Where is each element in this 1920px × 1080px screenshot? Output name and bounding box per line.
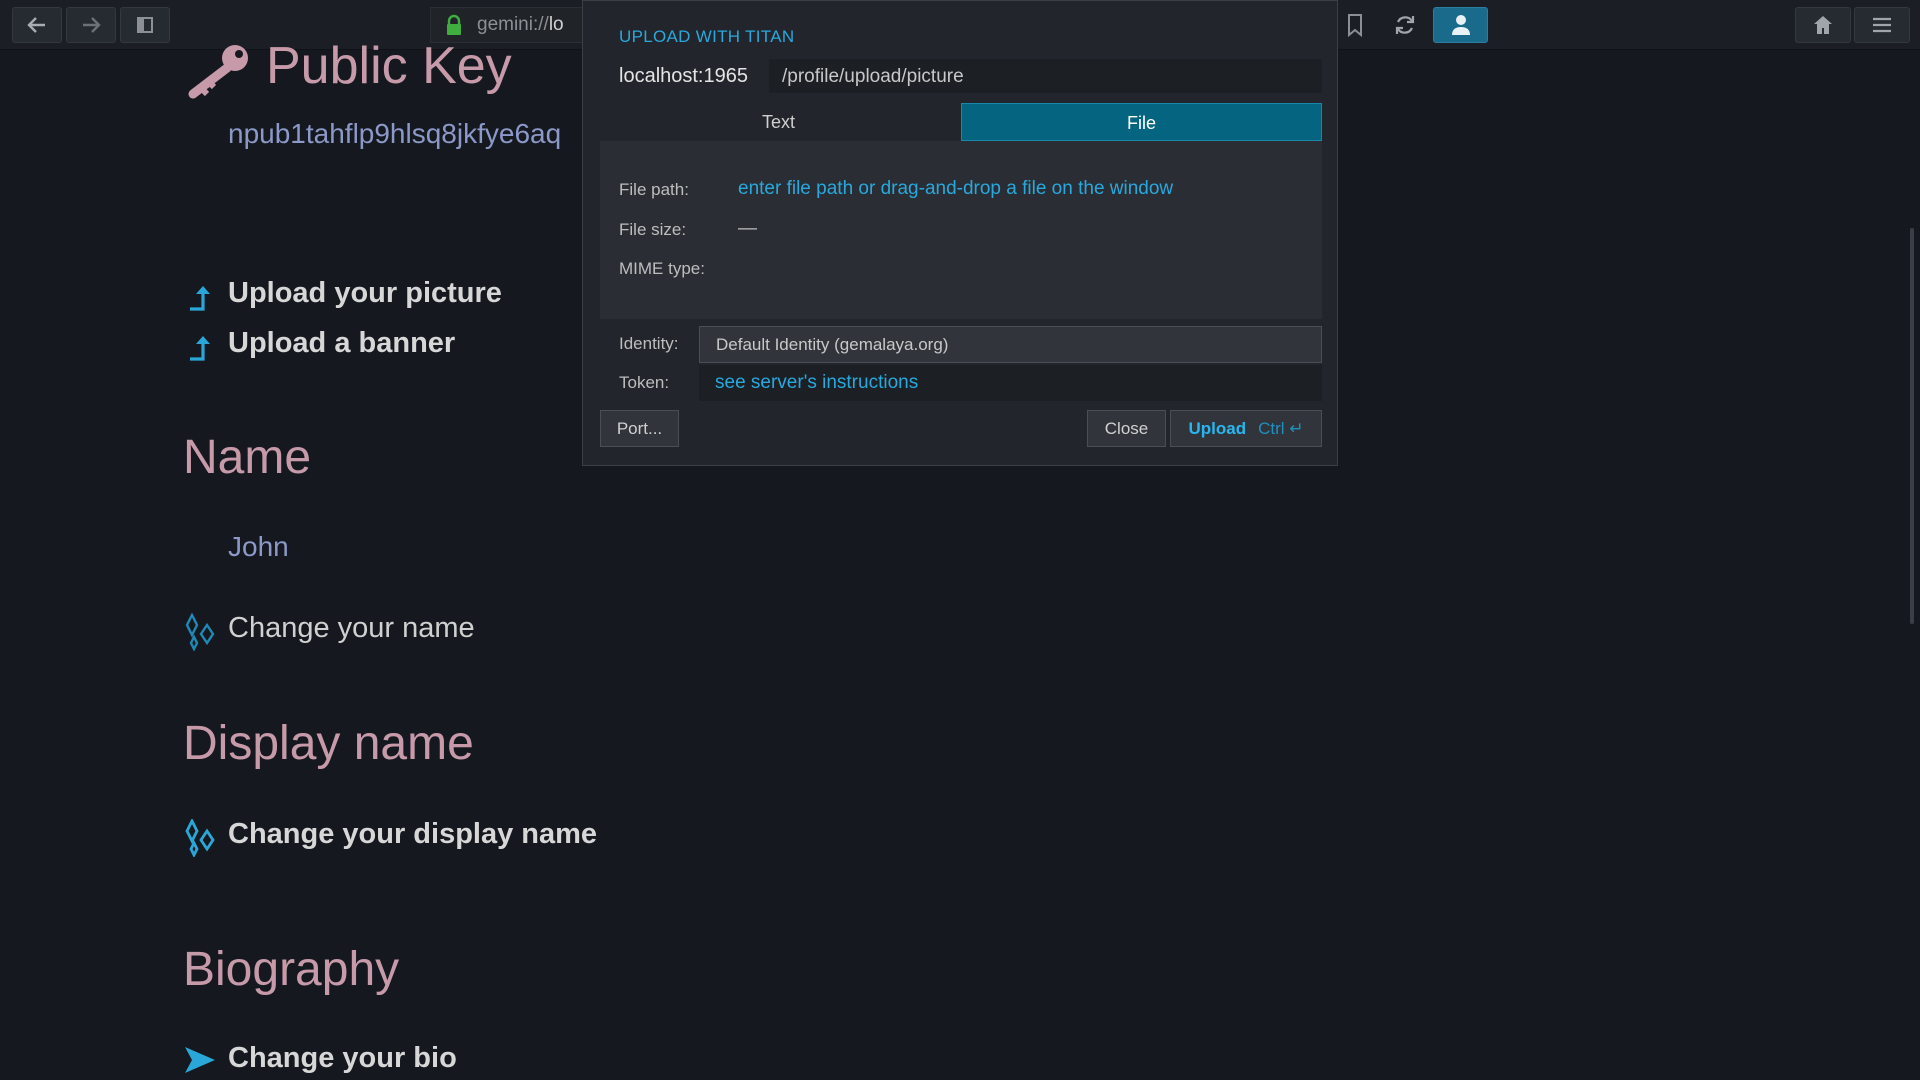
sparkle-icon xyxy=(180,819,218,857)
tab-text[interactable]: Text xyxy=(600,103,957,141)
menu-button[interactable] xyxy=(1854,7,1910,43)
name-heading: Name xyxy=(183,431,312,484)
arrow-right-icon xyxy=(83,17,101,33)
sidebar-toggle-icon xyxy=(137,17,153,33)
file-panel: File path: enter file path or drag-and-d… xyxy=(600,141,1322,319)
close-button[interactable]: Close xyxy=(1087,410,1166,447)
change-name-link[interactable]: Change your name xyxy=(228,612,475,645)
reload-icon xyxy=(1395,16,1415,34)
home-icon xyxy=(1814,16,1832,34)
forward-button[interactable] xyxy=(66,7,116,43)
upload-host: localhost:1965 xyxy=(619,65,748,87)
upload-path-input[interactable]: /profile/upload/picture xyxy=(769,59,1322,93)
url-text: gemini://lo xyxy=(477,14,564,35)
mime-type-label: MIME type: xyxy=(619,259,705,278)
upload-button[interactable]: Upload Ctrl ↵ xyxy=(1170,410,1322,447)
home-button[interactable] xyxy=(1795,7,1851,43)
display-name-heading: Display name xyxy=(183,717,474,770)
back-button[interactable] xyxy=(12,7,62,43)
hamburger-menu-icon xyxy=(1873,17,1891,33)
change-bio-link[interactable]: Change your bio xyxy=(228,1042,457,1075)
lock-icon xyxy=(447,14,461,35)
port-button[interactable]: Port... xyxy=(600,410,679,447)
bookmark-icon xyxy=(1348,14,1362,37)
identity-select[interactable]: Default Identity (gemalaya.org) xyxy=(699,326,1322,363)
tab-file[interactable]: File xyxy=(961,103,1322,141)
send-arrow-icon xyxy=(182,1044,218,1076)
identity-label: Identity: xyxy=(619,334,679,353)
key-icon xyxy=(184,42,254,102)
file-path-input[interactable]: enter file path or drag-and-drop a file … xyxy=(738,178,1173,200)
sparkle-icon xyxy=(180,613,218,651)
upload-arrow-icon xyxy=(186,332,214,362)
change-display-name-link[interactable]: Change your display name xyxy=(228,818,597,851)
file-path-label: File path: xyxy=(619,180,689,199)
name-value: John xyxy=(228,531,289,562)
upload-shortcut: Ctrl ↵ xyxy=(1258,419,1304,438)
upload-button-label: Upload xyxy=(1188,419,1247,438)
public-key-heading: Public Key xyxy=(266,37,512,95)
public-key-value: npub1tahflp9hlsq8jkfye6aq xyxy=(228,118,562,149)
file-size-label: File size: xyxy=(619,220,687,239)
biography-heading: Biography xyxy=(183,943,400,996)
identity-button[interactable] xyxy=(1433,7,1488,43)
token-input[interactable]: see server's instructions xyxy=(699,365,1322,401)
page-scrollbar[interactable] xyxy=(1910,228,1914,624)
upload-picture-link[interactable]: Upload your picture xyxy=(228,277,502,310)
sidebar-toggle-button[interactable] xyxy=(120,7,170,43)
titan-upload-dialog: UPLOAD WITH TITAN localhost:1965 /profil… xyxy=(582,0,1338,466)
arrow-left-icon xyxy=(27,17,45,33)
token-label: Token: xyxy=(619,373,670,392)
upload-arrow-icon xyxy=(186,282,214,312)
upload-banner-link[interactable]: Upload a banner xyxy=(228,327,455,360)
reload-button[interactable] xyxy=(1380,7,1430,43)
person-icon xyxy=(1451,15,1470,35)
file-size-value: — xyxy=(738,218,757,239)
dialog-title: UPLOAD WITH TITAN xyxy=(619,27,795,46)
